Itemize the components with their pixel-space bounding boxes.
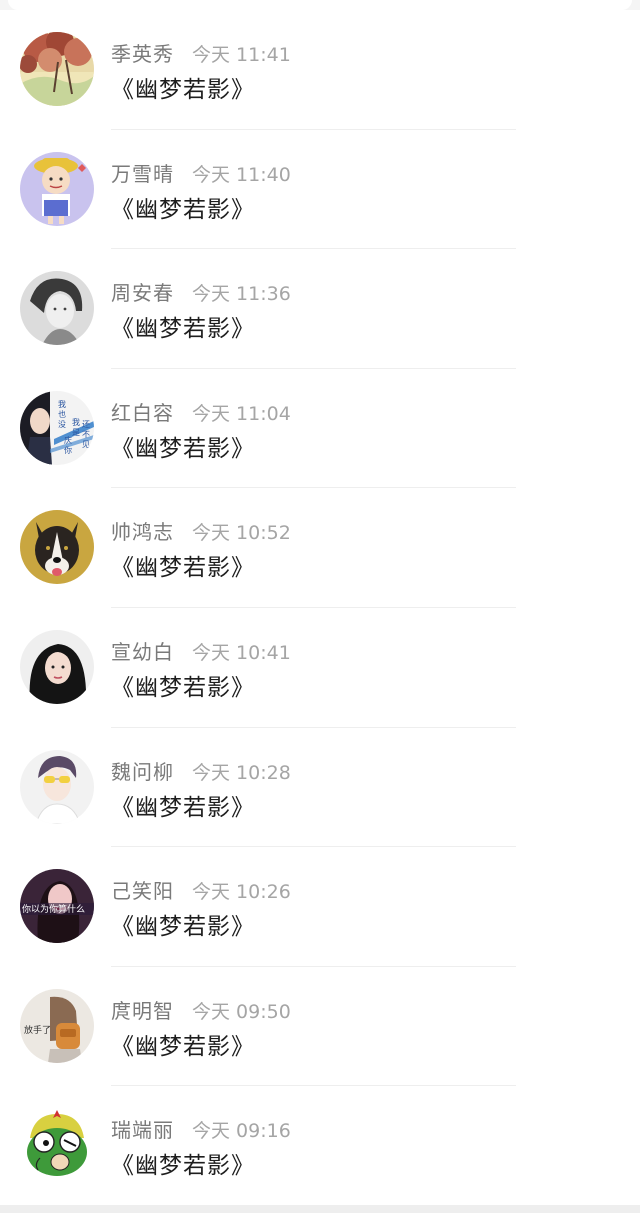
contact-name: 周安春 — [111, 281, 174, 306]
avatar-caption: 你 — [64, 445, 72, 455]
message-preview: 《幽梦若影》 — [111, 196, 255, 223]
dark-hair-girl-avatar[interactable] — [20, 630, 94, 704]
message-time: 今天 11:40 — [192, 163, 291, 186]
message-time: 今天 10:52 — [192, 522, 291, 545]
conversation-item[interactable]: 瑞端丽 今天 09:16 《幽梦若影》 — [0, 1086, 640, 1206]
contact-name: 红白容 — [111, 400, 174, 425]
message-preview: 《幽梦若影》 — [111, 1153, 255, 1180]
dog-avatar[interactable] — [20, 510, 94, 585]
message-preview: 《幽梦若影》 — [111, 555, 255, 582]
contact-name: 魏问柳 — [111, 759, 174, 784]
conversation-item[interactable]: 宣幼白 今天 10:41 《幽梦若影》 — [0, 608, 640, 728]
avatar-caption: 也 — [58, 409, 66, 419]
conversation-item[interactable]: 万雪晴 今天 11:40 《幽梦若影》 — [0, 130, 640, 250]
conversation-item[interactable]: 放手了 庹明智 今天 09:50 《幽梦若影》 — [0, 967, 640, 1087]
conversation-item[interactable]: 周安春 今天 11:36 《幽梦若影》 — [0, 249, 640, 369]
message-preview: 《幽梦若影》 — [111, 794, 255, 821]
avatar-caption: 放手了 — [24, 1024, 51, 1036]
message-time: 今天 11:41 — [192, 44, 291, 66]
message-preview: 《幽梦若影》 — [111, 1033, 255, 1060]
girl-blue-text-avatar[interactable]: 我 也 没 我 是 还 不 见 庆 你 — [20, 390, 94, 465]
avatar-caption: 我 — [58, 399, 66, 409]
cartoon-boy-avatar[interactable] — [20, 151, 94, 226]
avatar-caption: 还 — [82, 419, 90, 429]
contact-name: 庹明智 — [111, 998, 174, 1023]
avatar-caption: 见 — [82, 440, 90, 449]
avatar-caption: 你以为你算什么 — [22, 903, 85, 915]
avatar-caption: 没 — [58, 419, 66, 429]
top-card-edge — [8, 0, 632, 10]
message-preview: 《幽梦若影》 — [111, 435, 255, 462]
contact-name: 季英秀 — [111, 42, 174, 66]
message-time: 今天 10:26 — [192, 881, 291, 904]
dark-girl-text-avatar[interactable]: 你以为你算什么 — [20, 869, 94, 944]
blossom-tree-avatar[interactable] — [20, 32, 94, 106]
avatar-caption: 不 — [82, 430, 90, 439]
conversation-panel: 季英秀 今天 11:41 《幽梦若影》 万雪晴 今天 11:40 《幽梦若影》 … — [0, 10, 640, 1205]
contact-name: 帅鸿志 — [111, 520, 174, 545]
grayscale-portrait-avatar[interactable] — [20, 271, 94, 346]
message-preview: 《幽梦若影》 — [111, 675, 255, 701]
keroro-frog-avatar[interactable] — [20, 1108, 94, 1183]
conversation-item[interactable]: 季英秀 今天 11:41 《幽梦若影》 — [0, 10, 640, 130]
message-time: 今天 09:50 — [192, 1000, 291, 1023]
conversation-item[interactable]: 你以为你算什么 己笑阳 今天 10:26 《幽梦若影》 — [0, 847, 640, 967]
contact-name: 瑞端丽 — [111, 1118, 174, 1143]
avatar-caption: 我 — [72, 417, 80, 427]
message-preview: 《幽梦若影》 — [111, 914, 255, 941]
contact-name: 万雪晴 — [111, 161, 174, 186]
message-time: 今天 11:36 — [192, 283, 291, 306]
yellow-glasses-avatar[interactable] — [20, 749, 94, 824]
conversation-item[interactable]: 魏问柳 今天 10:28 《幽梦若影》 — [0, 728, 640, 848]
contact-name: 己笑阳 — [111, 879, 174, 904]
avatar-caption: 是 — [72, 428, 80, 437]
message-time: 今天 11:04 — [192, 402, 291, 425]
message-time: 今天 10:41 — [192, 642, 291, 664]
contact-name: 宣幼白 — [111, 640, 174, 664]
conversation-item[interactable]: 帅鸿志 今天 10:52 《幽梦若影》 — [0, 488, 640, 608]
backpack-girl-avatar[interactable]: 放手了 — [20, 988, 94, 1063]
message-preview: 《幽梦若影》 — [111, 316, 255, 343]
bottom-edge — [0, 1205, 640, 1213]
message-time: 今天 09:16 — [192, 1120, 291, 1143]
conversation-item[interactable]: 我 也 没 我 是 还 不 见 庆 你 红白容 今天 11:04 《幽梦若影》 — [0, 369, 640, 489]
message-preview: 《幽梦若影》 — [111, 77, 255, 103]
avatar-caption: 庆 — [64, 435, 72, 445]
message-time: 今天 10:28 — [192, 761, 291, 784]
